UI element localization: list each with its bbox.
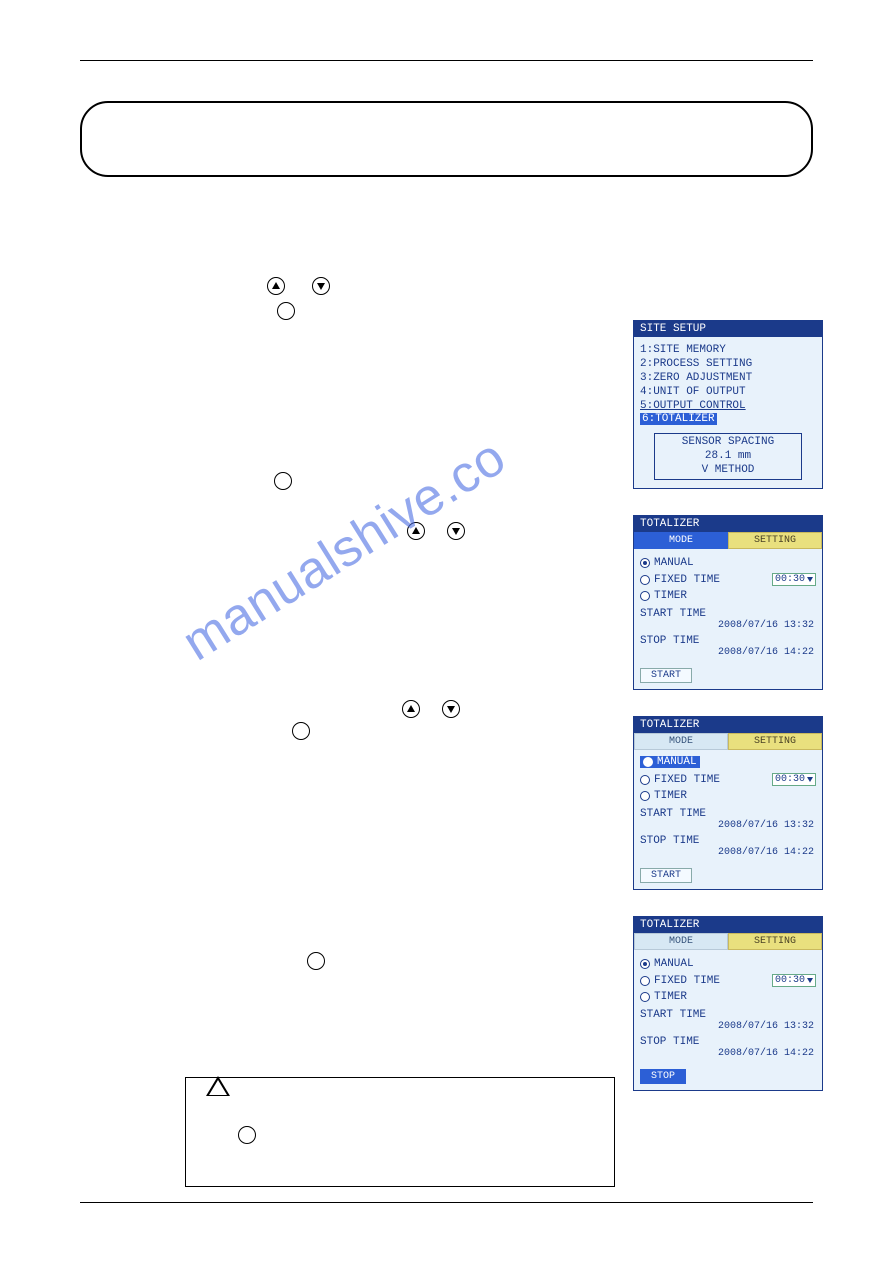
tab-setting[interactable]: SETTING: [728, 933, 822, 950]
stop-time-value: 2008/07/16 14:22: [640, 647, 816, 658]
stop-button[interactable]: STOP: [640, 1069, 686, 1084]
screen-title: SITE SETUP: [634, 321, 822, 337]
arrow-up-icon: [407, 522, 425, 540]
radio-label: MANUAL: [657, 756, 697, 768]
dropdown-value: 00:30: [775, 975, 805, 986]
arrow-up-icon: [267, 277, 285, 295]
radio-label: FIXED TIME: [654, 574, 720, 586]
radio-timer[interactable]: TIMER: [640, 588, 816, 604]
sensor-line: 28.1 mm: [655, 450, 801, 464]
radio-label: TIMER: [654, 790, 687, 802]
radio-icon: [640, 976, 650, 986]
menu-item[interactable]: 4:UNIT OF OUTPUT: [640, 385, 816, 399]
start-time-value: 2008/07/16 13:32: [640, 820, 816, 831]
menu-item[interactable]: 3:ZERO ADJUSTMENT: [640, 371, 816, 385]
screen-title: TOTALIZER: [634, 516, 822, 532]
radio-label: TIMER: [654, 991, 687, 1003]
start-time-label: START TIME: [640, 1005, 816, 1021]
radio-label: MANUAL: [654, 958, 694, 970]
screen-totalizer-mode: TOTALIZER MODE SETTING MANUAL FIXED TIME…: [633, 515, 823, 690]
radio-manual[interactable]: MANUAL: [640, 555, 816, 571]
radio-label: FIXED TIME: [654, 774, 720, 786]
radio-icon: [640, 959, 650, 969]
stop-time-label: STOP TIME: [640, 631, 816, 647]
tab-setting[interactable]: SETTING: [728, 532, 822, 549]
warning-icon: [206, 1076, 230, 1096]
note-box: [80, 101, 813, 177]
radio-icon: [640, 992, 650, 1002]
screen-totalizer-manual-selected: TOTALIZER MODE SETTING MANUAL FIXED TIME…: [633, 716, 823, 890]
tab-mode[interactable]: MODE: [634, 933, 728, 950]
start-button[interactable]: START: [640, 668, 692, 683]
arrow-down-icon: [312, 277, 330, 295]
radio-manual-selected[interactable]: MANUAL: [640, 756, 700, 768]
dropdown-value: 00:30: [775, 574, 805, 585]
radio-label: TIMER: [654, 590, 687, 602]
radio-fixed-time[interactable]: FIXED TIME 00:30: [640, 571, 816, 588]
fixed-time-dropdown[interactable]: 00:30: [772, 773, 816, 786]
arrow-up-icon: [402, 700, 420, 718]
radio-icon: [643, 757, 653, 767]
chevron-down-icon: [807, 777, 813, 782]
radio-label: MANUAL: [654, 557, 694, 569]
radio-icon: [640, 575, 650, 585]
radio-icon: [640, 775, 650, 785]
stop-time-label: STOP TIME: [640, 1032, 816, 1048]
tabs: MODE SETTING: [634, 733, 822, 750]
tab-setting[interactable]: SETTING: [728, 733, 822, 750]
radio-timer[interactable]: TIMER: [640, 788, 816, 804]
menu-item[interactable]: 5:OUTPUT CONTROL: [640, 399, 816, 413]
stop-time-label: STOP TIME: [640, 831, 816, 847]
screen-totalizer-running: TOTALIZER MODE SETTING MANUAL FIXED TIME…: [633, 916, 823, 1091]
start-button[interactable]: START: [640, 868, 692, 883]
radio-icon: [640, 791, 650, 801]
top-rule: [80, 60, 813, 61]
tab-mode[interactable]: MODE: [634, 532, 728, 549]
key-icon: [274, 472, 292, 490]
start-time-label: START TIME: [640, 804, 816, 820]
sensor-line: SENSOR SPACING: [655, 436, 801, 450]
radio-icon: [640, 591, 650, 601]
fixed-time-dropdown[interactable]: 00:30: [772, 573, 816, 586]
key-icon: [238, 1126, 256, 1144]
sensor-line: V METHOD: [655, 464, 801, 478]
menu-item[interactable]: 1:SITE MEMORY: [640, 343, 816, 357]
chevron-down-icon: [807, 978, 813, 983]
radio-icon: [640, 558, 650, 568]
dropdown-value: 00:30: [775, 774, 805, 785]
tab-mode[interactable]: MODE: [634, 733, 728, 750]
menu-item[interactable]: 2:PROCESS SETTING: [640, 357, 816, 371]
stop-time-value: 2008/07/16 14:22: [640, 847, 816, 858]
tabs: MODE SETTING: [634, 933, 822, 950]
start-time-label: START TIME: [640, 604, 816, 620]
start-time-value: 2008/07/16 13:32: [640, 620, 816, 631]
bottom-rule: [80, 1202, 813, 1203]
key-icon: [292, 722, 310, 740]
sensor-spacing-box: SENSOR SPACING 28.1 mm V METHOD: [654, 433, 802, 480]
fixed-time-dropdown[interactable]: 00:30: [772, 974, 816, 987]
radio-fixed-time[interactable]: FIXED TIME 00:30: [640, 771, 816, 788]
screen-title: TOTALIZER: [634, 917, 822, 933]
stop-time-value: 2008/07/16 14:22: [640, 1048, 816, 1059]
key-icon: [307, 952, 325, 970]
radio-timer[interactable]: TIMER: [640, 989, 816, 1005]
arrow-down-icon: [442, 700, 460, 718]
caution-box: [185, 1077, 615, 1187]
radio-label: FIXED TIME: [654, 975, 720, 987]
screen-title: TOTALIZER: [634, 717, 822, 733]
radio-fixed-time[interactable]: FIXED TIME 00:30: [640, 972, 816, 989]
arrow-down-icon: [447, 522, 465, 540]
key-icon: [277, 302, 295, 320]
radio-manual[interactable]: MANUAL: [640, 956, 816, 972]
tabs: MODE SETTING: [634, 532, 822, 549]
chevron-down-icon: [807, 577, 813, 582]
menu-item-selected[interactable]: 6:TOTALIZER: [640, 413, 717, 425]
screens-column: SITE SETUP 1:SITE MEMORY 2:PROCESS SETTI…: [633, 320, 823, 1117]
start-time-value: 2008/07/16 13:32: [640, 1021, 816, 1032]
screen-site-setup: SITE SETUP 1:SITE MEMORY 2:PROCESS SETTI…: [633, 320, 823, 489]
